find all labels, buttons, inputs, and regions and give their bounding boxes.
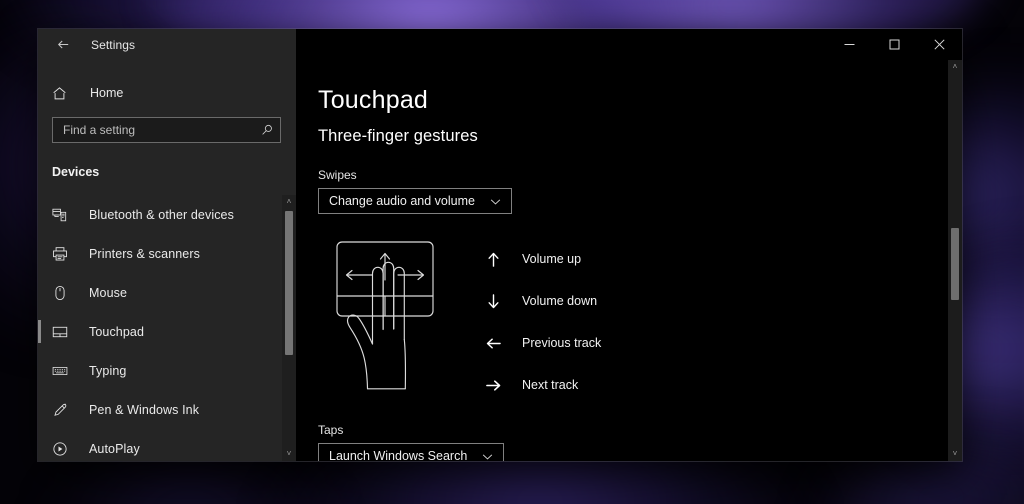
sidebar-item-pen-windows-ink[interactable]: Pen & Windows Ink (38, 390, 296, 429)
taps-dropdown[interactable]: Launch Windows Search (318, 443, 505, 462)
sidebar-section-header: Devices (52, 165, 100, 179)
sidebar-item-label: Touchpad (89, 324, 145, 339)
arrow-right-icon (478, 378, 508, 393)
desktop: Settings Home Find a setting Devices Blu… (0, 0, 1024, 504)
sidebar-item-label: Typing (89, 363, 127, 378)
chevron-down-icon: ˅ (952, 449, 958, 458)
minimize-button[interactable] (827, 29, 872, 60)
taps-dropdown-value: Launch Windows Search (329, 449, 468, 461)
touchpad-icon (52, 324, 78, 340)
main-scroll-track[interactable] (948, 74, 962, 447)
sidebar-item-mouse[interactable]: Mouse (38, 273, 296, 312)
back-arrow-icon (56, 37, 71, 52)
close-button[interactable] (917, 29, 962, 60)
main-scroll-up-button[interactable]: ˄ (953, 60, 958, 74)
gesture-mapping-list: Volume up Volume down Previous track Nex… (478, 238, 601, 406)
maximize-button[interactable] (872, 29, 917, 60)
sidebar-item-touchpad[interactable]: Touchpad (38, 312, 296, 351)
sidebar-nav-list: Bluetooth & other devices Printers & sca… (38, 195, 296, 461)
taps-label: Taps (318, 423, 344, 437)
mouse-icon (52, 285, 78, 301)
three-finger-touchpad-gesture-illustration (330, 232, 450, 417)
window-title: Settings (91, 37, 136, 52)
swipes-dropdown-value: Change audio and volume (329, 194, 475, 208)
printer-icon (52, 246, 78, 262)
settings-window: Settings Home Find a setting Devices Blu… (38, 29, 962, 461)
chevron-up-icon: ˄ (286, 197, 292, 206)
touchpad-settings-pane: Touchpad Three-finger gestures Swipes Ch… (296, 60, 948, 461)
sidebar-item-label: AutoPlay (89, 441, 140, 456)
main-scrollbar[interactable]: ˄ ˅ (948, 60, 962, 461)
gesture-label: Previous track (522, 336, 602, 350)
search-box[interactable] (52, 117, 281, 143)
title-bar-left: Settings (38, 29, 296, 60)
window-controls (296, 29, 962, 60)
search-input[interactable] (63, 123, 260, 137)
window-body: Home Devices (38, 60, 962, 461)
main-scroll-thumb[interactable] (951, 228, 959, 300)
sidebar-item-home[interactable]: Home (38, 76, 296, 110)
gesture-label: Volume up (522, 252, 582, 266)
sidebar-scroll-up-button[interactable]: ˄ (287, 195, 292, 209)
back-button[interactable] (48, 32, 78, 57)
sidebar-scroll-thumb[interactable] (285, 211, 293, 355)
autoplay-icon (52, 441, 78, 457)
arrow-down-icon (478, 293, 508, 310)
maximize-icon (889, 39, 900, 50)
sidebar-item-label: Mouse (89, 285, 128, 300)
gesture-row-volume-up: Volume up (478, 238, 601, 280)
sidebar-item-label: Printers & scanners (89, 246, 200, 261)
gesture-row-volume-down: Volume down (478, 280, 601, 322)
pen-icon (52, 402, 78, 418)
arrow-left-icon (478, 336, 508, 351)
sidebar-home-label: Home (90, 86, 124, 100)
chevron-down-icon (489, 195, 502, 208)
sidebar-item-autoplay[interactable]: AutoPlay (38, 429, 296, 461)
wallpaper-nebula (40, 460, 340, 504)
section-title-three-finger-gestures: Three-finger gestures (318, 127, 478, 145)
gesture-block: Volume up Volume down Previous track Nex… (318, 232, 948, 417)
sidebar-scroll-down-button[interactable]: ˅ (287, 447, 292, 461)
sidebar-item-printers-scanners[interactable]: Printers & scanners (38, 234, 296, 273)
chevron-up-icon: ˄ (952, 62, 958, 71)
main-scroll-down-button[interactable]: ˅ (953, 447, 958, 461)
page-title: Touchpad (318, 86, 429, 114)
title-bar: Settings (38, 29, 962, 60)
swipes-label: Swipes (318, 168, 357, 182)
sidebar-item-typing[interactable]: Typing (38, 351, 296, 390)
home-icon (52, 86, 82, 101)
sidebar: Home Devices (38, 60, 296, 461)
sidebar-item-label: Bluetooth & other devices (89, 207, 234, 222)
sidebar-item-bluetooth-other-devices[interactable]: Bluetooth & other devices (38, 195, 296, 234)
bluetooth-devices-icon (52, 207, 78, 223)
close-icon (934, 39, 945, 50)
minimize-icon (844, 39, 855, 50)
gesture-label: Next track (522, 378, 579, 392)
chevron-down-icon (481, 450, 494, 462)
sidebar-scrollbar[interactable]: ˄ ˅ (282, 195, 296, 461)
main-content: Touchpad Three-finger gestures Swipes Ch… (296, 60, 962, 461)
gesture-row-previous-track: Previous track (478, 322, 601, 364)
chevron-down-icon: ˅ (286, 449, 292, 458)
sidebar-scroll-track[interactable] (282, 209, 296, 447)
keyboard-icon (52, 363, 78, 379)
gesture-row-next-track: Next track (478, 364, 601, 406)
gesture-label: Volume down (522, 294, 598, 308)
arrow-up-icon (478, 251, 508, 268)
sidebar-item-label: Pen & Windows Ink (89, 402, 200, 417)
swipes-dropdown[interactable]: Change audio and volume (318, 188, 512, 214)
search-icon (260, 123, 274, 137)
